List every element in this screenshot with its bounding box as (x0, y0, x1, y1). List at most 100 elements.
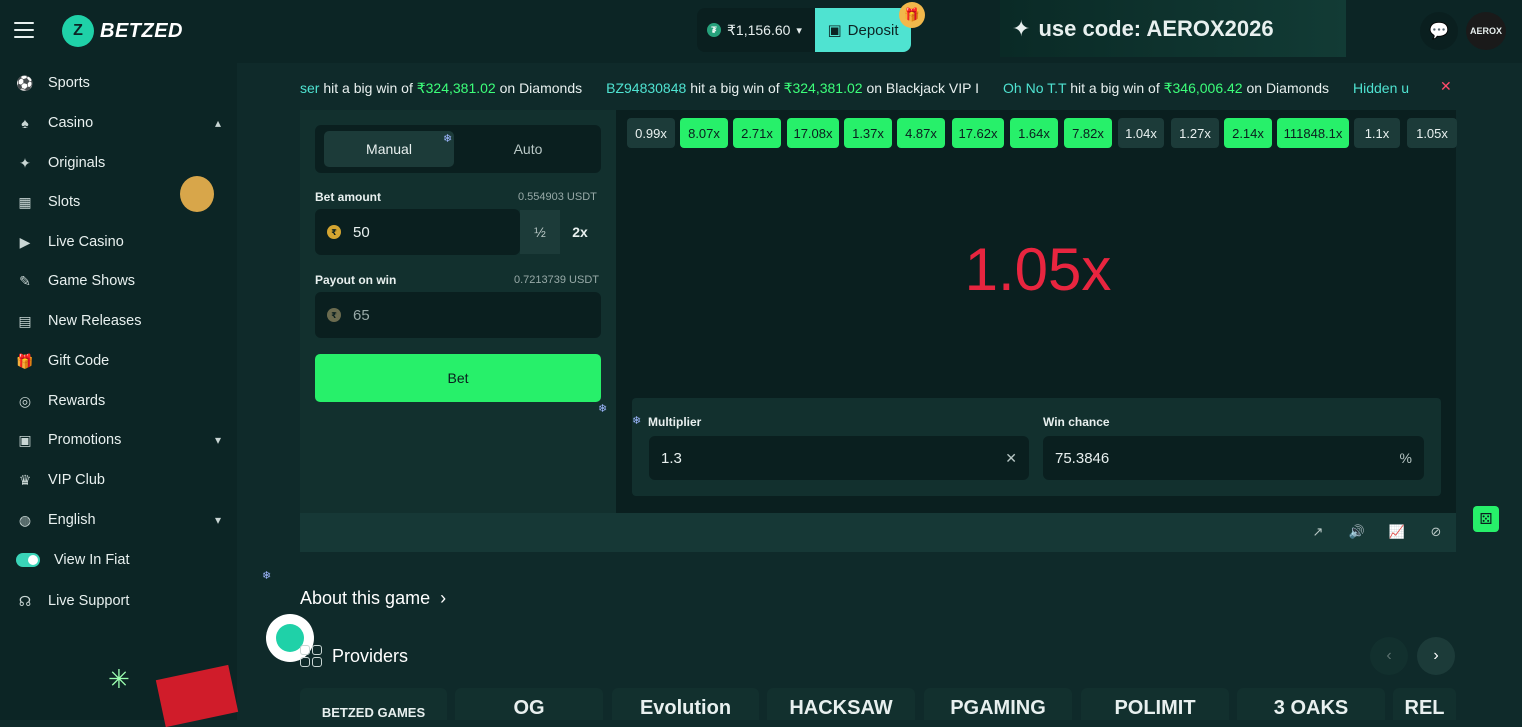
history-chip[interactable]: 2.14x (1224, 118, 1272, 148)
sidebar-item-game-shows[interactable]: ✎ Game Shows (0, 262, 237, 300)
about-this-game[interactable]: About this game › (300, 588, 446, 609)
dice-icon[interactable]: ⚄ (1473, 506, 1499, 532)
sidebar-item-live-support[interactable]: ☊ Live Support (0, 582, 237, 620)
clear-icon[interactable]: ✕ (1005, 450, 1017, 467)
sidebar-item-new-releases[interactable]: ▤ New Releases (0, 302, 237, 340)
history-chip[interactable]: 17.62x (952, 118, 1004, 148)
provider-card[interactable]: BETZED GAMES (300, 688, 447, 720)
ticker-item: Hidden u (1353, 80, 1409, 96)
sidebar-item-label: Promotions (48, 432, 122, 448)
crown-icon: ♛ (18, 471, 32, 488)
provider-card[interactable]: PGAMING (924, 688, 1072, 720)
provider-card[interactable]: 3 OAKS (1237, 688, 1385, 720)
prev-arrow-icon[interactable]: ‹ (1370, 637, 1408, 675)
history-chip[interactable]: 1.04x (1118, 118, 1164, 148)
tab-auto[interactable]: Auto (464, 131, 592, 167)
history-chip[interactable]: 1.27x (1171, 118, 1219, 148)
logo-mark-icon: Z (62, 15, 94, 47)
coin-icon: ₹ (327, 308, 341, 322)
gift-icon[interactable]: 🎁 (899, 2, 925, 28)
payout-input: ₹ 65 (315, 292, 601, 338)
brand-name: BETZED (100, 19, 183, 42)
history-chip[interactable]: 7.82x (1064, 118, 1112, 148)
provider-card[interactable]: REL (1393, 688, 1456, 720)
bet-amount-label: Bet amount (315, 190, 381, 204)
win-chance-input[interactable]: 75.3846 % (1043, 436, 1424, 480)
chevron-down-icon[interactable]: ▾ (215, 433, 221, 447)
snowflake-icon: ❄ (632, 415, 642, 427)
sidebar-item-label: VIP Club (48, 472, 105, 488)
tab-manual[interactable]: Manual (324, 131, 454, 167)
trend-icon[interactable]: ↗ (1309, 523, 1327, 541)
balance-selector[interactable]: ₮ ₹1,156.60 ▾ (697, 8, 815, 52)
history-chip[interactable]: 2.71x (733, 118, 781, 148)
sidebar-item-vip-club[interactable]: ♛ VIP Club (0, 461, 237, 499)
game-shows-icon: ✎ (19, 272, 31, 289)
chevron-down-icon[interactable]: ▾ (215, 513, 221, 527)
sidebar-item-view-in-fiat[interactable]: View In Fiat (0, 541, 237, 579)
history-chip[interactable]: 1.37x (844, 118, 892, 148)
avatar[interactable]: AEROX (1466, 12, 1506, 50)
stats-icon[interactable]: 📈 (1388, 523, 1406, 541)
sidebar-item-label: Live Casino (48, 234, 124, 250)
promo-text: use code: AEROX2026 (1038, 15, 1274, 41)
chat-icon[interactable]: 💬 (1420, 12, 1458, 50)
new-releases-icon: ▤ (18, 312, 32, 329)
sidebar-item-promotions[interactable]: ▣ Promotions ▾ (0, 421, 237, 459)
history-chip[interactable]: 8.07x (680, 118, 728, 148)
snowflake-icon: ❄ (262, 570, 272, 582)
close-icon[interactable]: ✕ (1440, 78, 1452, 95)
bet-amount-input[interactable]: ₹ 50 (315, 209, 520, 255)
menu-icon[interactable] (14, 22, 34, 38)
sparkle-icon: ✳ (108, 664, 130, 694)
sidebar-item-sports[interactable]: ⚽ Sports (0, 64, 237, 102)
next-arrow-icon[interactable]: › (1417, 637, 1455, 675)
half-button[interactable]: ½ (520, 210, 560, 254)
double-button[interactable]: 2x (560, 210, 600, 254)
sidebar-item-english[interactable]: ◍ English ▾ (0, 501, 237, 539)
brand-logo[interactable]: Z BETZED (62, 14, 183, 48)
history-chip[interactable]: 1.64x (1010, 118, 1058, 148)
sidebar-item-label: Game Shows (48, 273, 136, 289)
sidebar-item-label: English (48, 512, 96, 528)
fiat-toggle[interactable] (16, 553, 40, 567)
provider-card[interactable]: Evolution (612, 688, 759, 720)
about-label: About this game (300, 588, 431, 608)
provider-card[interactable]: HACKSAW (767, 688, 915, 720)
casino-icon: ♠ (21, 115, 29, 131)
history-chip[interactable]: 17.08x (787, 118, 839, 148)
deposit-button[interactable]: ▣ Deposit (815, 8, 911, 52)
history-chip[interactable]: 111848.1x (1277, 118, 1349, 148)
fairness-icon[interactable]: ⊘ (1427, 523, 1445, 541)
ticker-text: hit a big win of (323, 79, 413, 96)
sidebar-item-label: Slots (48, 194, 81, 210)
sidebar-item-rewards[interactable]: ◎ Rewards (0, 382, 237, 420)
snowflake-icon: ❄ (598, 403, 608, 415)
sidebar-item-label: Sports (48, 75, 90, 91)
provider-card[interactable]: OG (455, 688, 603, 720)
history-chip[interactable]: 1.05x (1407, 118, 1457, 148)
ticker-user: ser (300, 79, 320, 96)
providers-heading: Providers (300, 645, 408, 667)
chevron-up-icon[interactable]: ▴ (215, 116, 221, 130)
ticker-amount: ₹324,381.02 (416, 79, 496, 96)
ticker-game: on Diamonds (1246, 79, 1329, 96)
bet-button[interactable]: Bet (315, 354, 601, 402)
multiplier-input[interactable]: 1.3 ✕ (649, 436, 1029, 480)
sidebar-item-gift-code[interactable]: 🎁 Gift Code (0, 342, 237, 380)
history-chip[interactable]: 1.1x (1354, 118, 1400, 148)
sidebar-item-live-casino[interactable]: ▶ Live Casino (0, 223, 237, 261)
ticker-item: BZ94830848 hit a big win of ₹324,381.02 … (606, 80, 979, 97)
sidebar-item-casino[interactable]: ♠ Casino ▴ (0, 104, 237, 142)
tether-icon: ₮ (707, 23, 721, 37)
snowflake-icon: ❄ (443, 133, 453, 145)
sound-icon[interactable]: 🔊 (1348, 523, 1366, 541)
history-chip[interactable]: 4.87x (897, 118, 945, 148)
chevron-right-icon: › (440, 588, 447, 608)
ticker-text: hit a big win of (1070, 79, 1160, 96)
history-chip[interactable]: 0.99x (627, 118, 675, 148)
ticker-user: BZ94830848 (606, 79, 687, 96)
promo-banner[interactable]: ✦ use code: AEROX2026 (1000, 0, 1346, 57)
provider-card[interactable]: POLIMIT (1081, 688, 1229, 720)
bet-amount-usdt: 0.554903 USDT (518, 191, 597, 203)
